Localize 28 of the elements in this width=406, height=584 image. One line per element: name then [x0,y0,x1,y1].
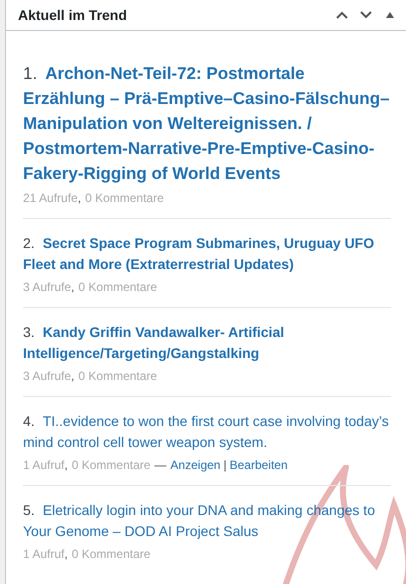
comment-count: 0 Kommentare [72,547,150,561]
chevron-up-icon [335,10,349,20]
separator: | [223,458,227,472]
view-count: 21 Aufrufe [23,191,78,205]
view-count: 3 Aufrufe [23,369,72,383]
comment-count: 0 Kommentare [72,458,150,472]
post-link[interactable]: 2. Secret Space Program Submarines, Uruguay UFO Fleet and More (Extraterrestrial Updates) [23,233,391,275]
comment-count: 0 Kommentare [85,191,164,205]
post-link[interactable]: 3. Kandy Griffin Vandawalker- Artificial Intelligence/Targeting/Gangstalking [23,322,391,364]
post-link[interactable]: 5. Eletrically login into your DNA and making changes to Your Genome – DOD AI Project Salus [23,500,391,542]
post-link[interactable]: 1. Archon-Net-Teil-72: Postmortale Erzählung – Prä-Emptive–Casino-Fälschung– Manipulation von Weltereignissen. / Postmortem-Narrative-Pre-Emptive-Casino-Fakery-Rigging of World Events [23,61,391,186]
chevron-down-icon [359,10,373,20]
action-link[interactable]: Bearbeiten [230,458,288,472]
comment-count: 0 Kommentare [78,369,158,383]
separator: , [71,280,74,294]
post-link[interactable]: 4. TI..evidence to won the first court case involving today’s mind control cell tower weapon system. [23,411,391,453]
triangle-up-icon [385,11,395,19]
separator: , [64,547,68,561]
separator: , [71,369,74,383]
view-count: 3 Aufrufe [23,280,72,294]
panel-title: Aktuell im Trend [18,6,127,24]
view-count: 1 Aufruf [23,547,64,561]
comment-count: 0 Kommentare [78,280,158,294]
dash-separator: — [154,458,166,472]
separator: , [64,458,68,472]
view-count: 1 Aufruf [23,458,64,472]
action-link[interactable]: Anzeigen [170,458,220,472]
separator: , [78,191,82,205]
